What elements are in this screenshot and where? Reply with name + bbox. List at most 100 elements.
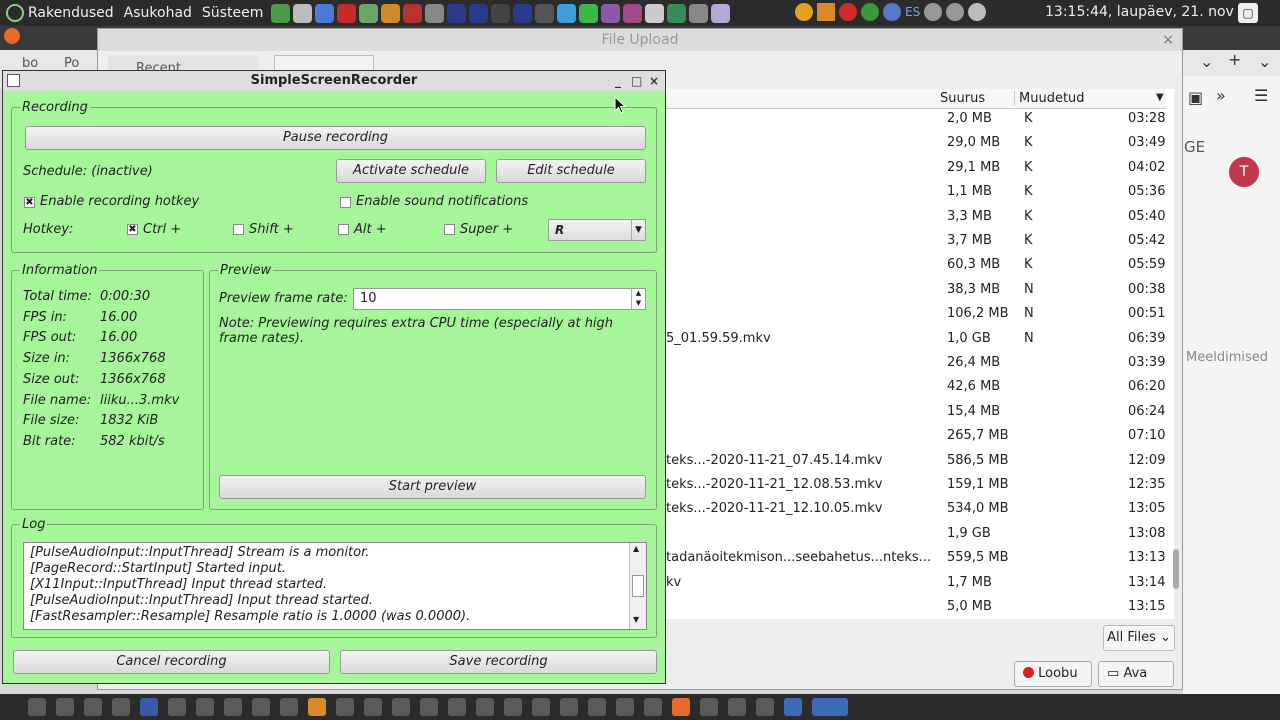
new-tab-icon[interactable]: + bbox=[1228, 50, 1241, 69]
column-size[interactable]: Suurus bbox=[940, 91, 985, 106]
pause-recording-button[interactable]: Pause recording bbox=[25, 126, 646, 150]
launcher-icon[interactable] bbox=[601, 3, 621, 23]
file-row[interactable]: 26,4 MB 03:39 bbox=[666, 351, 1166, 375]
taskbar-item[interactable] bbox=[476, 698, 494, 716]
menu-applications[interactable]: Rakendused bbox=[28, 5, 114, 21]
tray-icon[interactable] bbox=[883, 3, 901, 21]
whatsapp-icon[interactable] bbox=[579, 3, 599, 23]
launcher-icon[interactable] bbox=[271, 3, 291, 23]
avatar[interactable]: T bbox=[1229, 157, 1259, 187]
hotkey-key-select[interactable]: R ▼ bbox=[548, 219, 646, 241]
sidebar-icon[interactable]: ▣ bbox=[1188, 88, 1203, 107]
taskbar-item[interactable] bbox=[812, 698, 848, 716]
cancel-recording-button[interactable]: Cancel recording bbox=[13, 650, 330, 674]
taskbar-item[interactable] bbox=[392, 698, 410, 716]
taskbar-item[interactable] bbox=[140, 698, 158, 716]
launcher-icon[interactable] bbox=[359, 3, 379, 23]
file-row[interactable]: 38,3 MB N 00:38 bbox=[666, 278, 1166, 302]
telegram-icon[interactable] bbox=[557, 3, 577, 23]
taskbar-item[interactable] bbox=[616, 698, 634, 716]
cancel-button[interactable]: Loobu bbox=[1014, 661, 1092, 687]
shift-checkbox[interactable] bbox=[233, 224, 244, 235]
file-row[interactable]: 5,0 MB 13:15 bbox=[666, 595, 1166, 619]
taskbar-item[interactable] bbox=[168, 698, 186, 716]
launcher-icon[interactable] bbox=[623, 3, 643, 23]
launcher-icon[interactable] bbox=[711, 3, 731, 23]
file-filter-select[interactable]: All Files ⌄ bbox=[1103, 625, 1175, 651]
tab-list-icon[interactable]: ⌄ bbox=[1200, 52, 1213, 71]
taskbar-item[interactable] bbox=[728, 698, 746, 716]
launcher-icon[interactable] bbox=[469, 3, 489, 23]
microphone-icon[interactable] bbox=[689, 3, 709, 23]
microphone-icon[interactable] bbox=[924, 3, 943, 21]
scroll-up-icon[interactable]: ▲ bbox=[633, 544, 639, 553]
file-row[interactable]: kv 1,7 MB 13:14 bbox=[666, 571, 1166, 595]
file-row[interactable]: 3,3 MB K 05:40 bbox=[666, 205, 1166, 229]
keyboard-layout[interactable]: ES bbox=[905, 5, 920, 19]
sort-desc-icon[interactable]: ▼ bbox=[1156, 92, 1164, 103]
launcher-icon[interactable] bbox=[645, 3, 665, 23]
file-row[interactable]: 3,7 MB K 05:42 bbox=[666, 229, 1166, 253]
os-menu-icon[interactable] bbox=[6, 4, 24, 22]
filezilla-icon[interactable] bbox=[337, 3, 357, 23]
taskbar-item[interactable] bbox=[448, 698, 466, 716]
file-row[interactable]: 1,9 GB 13:08 bbox=[666, 522, 1166, 546]
volume-icon[interactable] bbox=[946, 3, 965, 21]
launcher-icon[interactable] bbox=[491, 3, 511, 23]
tray-icon[interactable] bbox=[861, 3, 879, 21]
maximize-icon[interactable]: □ bbox=[631, 71, 642, 91]
taskbar-item[interactable] bbox=[196, 698, 214, 716]
taskbar-item[interactable] bbox=[756, 698, 774, 716]
taskbar-item[interactable] bbox=[532, 698, 550, 716]
enable-hotkey-checkbox[interactable]: ✖ bbox=[24, 197, 35, 208]
spin-down-icon[interactable]: ▼ bbox=[631, 299, 645, 309]
enable-sound-checkbox[interactable] bbox=[340, 197, 351, 208]
file-row[interactable]: 29,0 MB K 03:49 bbox=[666, 131, 1166, 155]
launcher-icon[interactable] bbox=[447, 3, 467, 23]
taskbar-item[interactable] bbox=[56, 698, 74, 716]
file-row[interactable]: 42,6 MB 06:20 bbox=[666, 375, 1166, 399]
file-row[interactable]: teks...-2020-11-21_07.45.14.mkv 586,5 MB 1… bbox=[666, 449, 1166, 473]
taskbar-item[interactable] bbox=[336, 698, 354, 716]
edit-schedule-button[interactable]: Edit schedule bbox=[496, 159, 646, 183]
taskbar-item[interactable] bbox=[280, 698, 298, 716]
file-row[interactable]: 60,3 MB K 05:59 bbox=[666, 253, 1166, 277]
taskbar-item[interactable] bbox=[84, 698, 102, 716]
close-icon[interactable]: × bbox=[1162, 29, 1174, 51]
file-row[interactable]: 1,1 MB K 05:36 bbox=[666, 180, 1166, 204]
taskbar-item[interactable] bbox=[28, 698, 46, 716]
log-scrollbar[interactable]: ▲ ▼ bbox=[629, 543, 646, 629]
show-desktop-icon[interactable]: ▢ bbox=[1238, 3, 1258, 23]
taskbar-item[interactable] bbox=[364, 698, 382, 716]
launcher-icon[interactable] bbox=[535, 3, 555, 23]
preview-rate-spinbox[interactable]: 10 ▲ ▼ bbox=[353, 288, 646, 310]
file-row[interactable]: teks...-2020-11-21_12.10.05.mkv 534,0 MB 1… bbox=[666, 497, 1166, 521]
column-modified[interactable]: Muudetud bbox=[1014, 91, 1085, 106]
save-recording-button[interactable]: Save recording bbox=[340, 650, 657, 674]
minimize-icon[interactable]: _ bbox=[615, 71, 621, 91]
launcher-icon[interactable] bbox=[403, 3, 423, 23]
launcher-icon[interactable] bbox=[425, 3, 445, 23]
taskbar-item[interactable] bbox=[112, 698, 130, 716]
tray-icon[interactable] bbox=[795, 3, 813, 21]
overflow-icon[interactable]: » bbox=[1216, 86, 1226, 105]
taskbar-item[interactable] bbox=[504, 698, 522, 716]
start-preview-button[interactable]: Start preview bbox=[219, 475, 646, 499]
tray-icon[interactable] bbox=[817, 3, 835, 21]
taskbar-item[interactable] bbox=[560, 698, 578, 716]
file-row[interactable]: 15,4 MB 06:24 bbox=[666, 400, 1166, 424]
launcher-icon[interactable] bbox=[293, 3, 313, 23]
taskbar-item[interactable] bbox=[224, 698, 242, 716]
chevron-down-icon[interactable]: ⌄ bbox=[1258, 52, 1271, 71]
file-row[interactable]: 5_01.59.59.mkv 1,0 GB N 06:39 bbox=[666, 327, 1166, 351]
file-row[interactable]: teks...-2020-11-21_12.08.53.mkv 159,1 MB 1… bbox=[666, 473, 1166, 497]
file-row[interactable]: 29,1 MB K 04:02 bbox=[666, 156, 1166, 180]
taskbar-item[interactable] bbox=[784, 698, 802, 716]
launcher-icon[interactable] bbox=[513, 3, 533, 23]
file-row[interactable]: tadanäoitekmison...seebahetus...nteks...… bbox=[666, 546, 1166, 570]
taskbar-item[interactable] bbox=[644, 698, 662, 716]
tray-icon[interactable] bbox=[839, 3, 857, 21]
scroll-down-icon[interactable]: ▼ bbox=[633, 615, 639, 624]
launcher-icon[interactable] bbox=[315, 3, 335, 23]
taskbar-item[interactable] bbox=[308, 698, 326, 716]
